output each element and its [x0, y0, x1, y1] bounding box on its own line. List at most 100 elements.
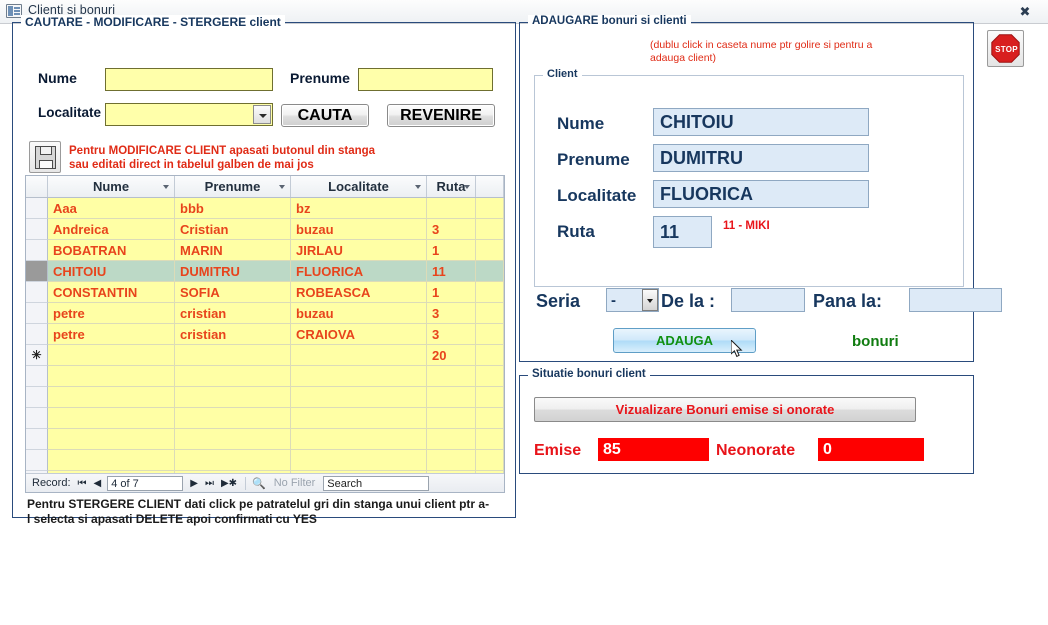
cell-filler[interactable]: [476, 282, 504, 303]
row-selector[interactable]: [26, 303, 48, 324]
row-selector[interactable]: [26, 450, 48, 471]
chevron-down-icon[interactable]: [415, 185, 421, 189]
cell-prenume[interactable]: [175, 387, 291, 408]
cell-filler[interactable]: [476, 303, 504, 324]
table-row[interactable]: petre cristian CRAIOVA 3: [26, 324, 504, 345]
cell-localitate[interactable]: FLUORICA: [291, 261, 427, 282]
last-record-button[interactable]: ⏭: [205, 478, 214, 489]
cell-prenume[interactable]: cristian: [175, 303, 291, 324]
cell-nume[interactable]: Andreica: [48, 219, 175, 240]
record-navigator[interactable]: Record: ⏮ ◀ 4 of 7 ▶ ⏭ ▶✱ 🔍 No Filter Se…: [26, 473, 504, 492]
column-header-nume[interactable]: Nume: [48, 176, 175, 197]
cell-prenume[interactable]: DUMITRU: [175, 261, 291, 282]
cell-prenume[interactable]: [175, 429, 291, 450]
clients-datasheet[interactable]: Nume Prenume Localitate Ruta Aaa bbb bz And…: [25, 175, 505, 493]
cell-filler[interactable]: [476, 366, 504, 387]
cell-nume[interactable]: BOBATRAN: [48, 240, 175, 261]
cell-localitate[interactable]: buzau: [291, 303, 427, 324]
cell-nume[interactable]: [48, 345, 175, 366]
cell-ruta[interactable]: 1: [427, 240, 476, 261]
table-row[interactable]: CONSTANTIN SOFIA ROBEASCA 1: [26, 282, 504, 303]
seria-combobox[interactable]: -: [606, 288, 659, 312]
select-all-header[interactable]: [26, 176, 48, 197]
client-prenume-input[interactable]: DUMITRU: [653, 144, 869, 172]
close-icon[interactable]: ✖: [1012, 3, 1038, 21]
table-row[interactable]: [26, 450, 504, 471]
row-selector[interactable]: [26, 408, 48, 429]
search-input[interactable]: Search: [323, 475, 430, 491]
row-selector[interactable]: [26, 429, 48, 450]
cell-filler[interactable]: [476, 345, 504, 366]
cell-filler[interactable]: [476, 429, 504, 450]
cell-ruta[interactable]: [427, 387, 476, 408]
cell-filler[interactable]: [476, 450, 504, 471]
cell-filler[interactable]: [476, 387, 504, 408]
cell-prenume[interactable]: MARIN: [175, 240, 291, 261]
cell-localitate[interactable]: [291, 345, 427, 366]
cell-ruta[interactable]: 11: [427, 261, 476, 282]
cell-ruta[interactable]: 3: [427, 324, 476, 345]
cell-nume[interactable]: petre: [48, 324, 175, 345]
cell-prenume[interactable]: Cristian: [175, 219, 291, 240]
cell-prenume[interactable]: bbb: [175, 198, 291, 219]
previous-record-button[interactable]: ◀: [94, 478, 102, 489]
cell-prenume[interactable]: [175, 450, 291, 471]
cell-filler[interactable]: [476, 261, 504, 282]
save-button[interactable]: [29, 141, 61, 173]
client-nume-input[interactable]: CHITOIU: [653, 108, 869, 136]
next-record-button[interactable]: ▶: [190, 478, 198, 489]
cell-filler[interactable]: [476, 219, 504, 240]
cell-filler[interactable]: [476, 324, 504, 345]
cell-ruta[interactable]: 20: [427, 345, 476, 366]
cell-nume[interactable]: petre: [48, 303, 175, 324]
cell-ruta[interactable]: 3: [427, 219, 476, 240]
cell-prenume[interactable]: [175, 345, 291, 366]
table-row[interactable]: [26, 366, 504, 387]
cell-nume[interactable]: CONSTANTIN: [48, 282, 175, 303]
chevron-down-icon[interactable]: [279, 185, 285, 189]
client-ruta-input[interactable]: 11: [653, 216, 712, 248]
cell-localitate[interactable]: [291, 366, 427, 387]
row-selector[interactable]: ✳: [26, 345, 48, 366]
row-selector[interactable]: [26, 387, 48, 408]
cell-ruta[interactable]: [427, 366, 476, 387]
datasheet-body[interactable]: Aaa bbb bz Andreica Cristian buzau 3 BOBATRAN MA…: [26, 198, 504, 492]
cell-nume[interactable]: [48, 450, 175, 471]
row-selector[interactable]: [26, 219, 48, 240]
cell-nume[interactable]: Aaa: [48, 198, 175, 219]
cell-prenume[interactable]: cristian: [175, 324, 291, 345]
cell-prenume[interactable]: SOFIA: [175, 282, 291, 303]
column-header-localitate[interactable]: Localitate: [291, 176, 427, 197]
cell-nume[interactable]: [48, 387, 175, 408]
row-selector[interactable]: [26, 198, 48, 219]
cell-localitate[interactable]: ROBEASCA: [291, 282, 427, 303]
cell-localitate[interactable]: [291, 429, 427, 450]
chevron-down-icon[interactable]: [163, 185, 169, 189]
cell-localitate[interactable]: [291, 387, 427, 408]
row-selector[interactable]: [26, 240, 48, 261]
column-header-prenume[interactable]: Prenume: [175, 176, 291, 197]
cell-nume[interactable]: [48, 429, 175, 450]
cell-nume[interactable]: [48, 366, 175, 387]
cell-localitate[interactable]: [291, 450, 427, 471]
cell-localitate[interactable]: JIRLAU: [291, 240, 427, 261]
first-record-button[interactable]: ⏮: [78, 478, 87, 489]
search-localitate-combobox[interactable]: [105, 103, 273, 126]
cell-prenume[interactable]: [175, 408, 291, 429]
client-localitate-input[interactable]: FLUORICA: [653, 180, 869, 208]
cell-localitate[interactable]: bz: [291, 198, 427, 219]
chevron-down-icon[interactable]: [253, 105, 271, 124]
cell-prenume[interactable]: [175, 366, 291, 387]
cell-nume[interactable]: CHITOIU: [48, 261, 175, 282]
cell-localitate[interactable]: CRAIOVA: [291, 324, 427, 345]
revenire-button[interactable]: REVENIRE: [387, 104, 495, 127]
cell-ruta[interactable]: [427, 429, 476, 450]
dela-input[interactable]: [731, 288, 805, 312]
table-row[interactable]: [26, 429, 504, 450]
table-row[interactable]: petre cristian buzau 3: [26, 303, 504, 324]
cell-filler[interactable]: [476, 198, 504, 219]
cell-localitate[interactable]: [291, 408, 427, 429]
no-filter-label[interactable]: No Filter: [274, 477, 316, 489]
cell-nume[interactable]: [48, 408, 175, 429]
row-selector[interactable]: [26, 324, 48, 345]
